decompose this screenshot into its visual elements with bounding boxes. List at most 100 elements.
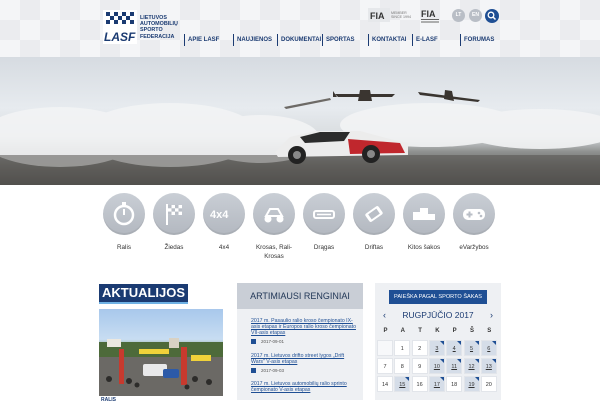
calendar-day[interactable]: 7 [377,358,393,374]
event-date-row: 2017-09-03 [251,368,285,374]
calendar-weekday: Š [469,328,474,334]
drift-car-icon [365,206,383,222]
nav-item-sportas[interactable]: SPORTAS [322,34,355,46]
category-icon-circle [353,193,395,235]
event-date-row: 2017-09-01 [251,339,285,345]
buggy-icon [264,208,284,223]
calendar-day[interactable]: 15 [394,376,411,392]
logo-wordmark: LASF [104,30,136,44]
calendar-day[interactable]: 16 [411,376,428,392]
category-dragas[interactable]: Drągas [301,193,347,252]
calendar-day[interactable]: 13 [480,358,497,374]
hero-banner[interactable] [0,57,600,185]
category-4x4[interactable]: 4x4 4x4 [201,193,247,252]
calendar-day[interactable]: 8 [394,358,411,374]
nav-item-apie-lasf[interactable]: APIE LASF [184,34,219,46]
lang-en-button[interactable]: EN [469,9,482,22]
calendar-day[interactable]: 4 [446,340,463,356]
fia-logo-text: FIA [421,9,436,19]
calendar-panel: PAIEŠKA PAGAL SPORTO ŠAKAS ‹ RUGPJŪČIO 2… [375,283,501,400]
event-link[interactable]: 2017 m. Lietuvos drifto street lygos „Dr… [251,353,359,365]
lasf-logo[interactable]: LASF [103,10,137,44]
calendar-day[interactable]: 2 [411,340,428,356]
category-icon-circle [153,193,195,235]
nav-item-kontaktai[interactable]: KONTAKTAI [368,34,406,46]
event-link[interactable]: 2017 m. Pasaulio ralio kroso čempionato … [251,318,359,337]
calendar-day[interactable]: 20 [480,376,497,392]
four-by-four-icon-text: 4x4 [210,209,229,221]
fia-logo: FIA [421,9,439,23]
calendar-weekday: A [400,328,405,334]
news-item-caption[interactable]: RALIS [101,397,116,403]
calendar-day[interactable]: 11 [446,358,463,374]
calendar-weekday: P [383,328,388,334]
calendar-day[interactable]: 1 [394,340,411,356]
calendar-day[interactable]: 19 [463,376,480,392]
category-label: Krosas, Rali-Krosas [255,244,293,260]
calendar-day[interactable]: 10 [428,358,445,374]
four-by-four-icon: 4x4 [210,209,229,221]
calendar-empty-cell [377,340,393,356]
category-label: eVaržybos [459,244,489,251]
gamepad-icon [463,209,485,220]
category-evarzybos[interactable]: eVaržybos [451,193,497,252]
rally-event-photo [99,338,223,396]
news-section-title: AKTUALIJOS [99,284,189,304]
category-label: Drągas [313,244,335,251]
category-label: Ralis [117,244,131,251]
stopwatch-icon [113,202,135,226]
calendar-day[interactable]: 17 [428,376,445,392]
org-line: FEDERACIJA [140,33,175,40]
calendar-month: RUGPJŪČIO 2017 [402,310,474,320]
category-icon-circle [253,193,295,235]
drag-car-icon [313,210,335,219]
calendar-day[interactable]: 3 [428,340,445,356]
hero-drift-scene [0,90,600,185]
fia-logo-text: FIA [370,11,385,21]
calendar-weekday: P [452,328,457,334]
calendar-day[interactable]: 18 [446,376,463,392]
event-date: 2017-09-03 [261,368,285,373]
category-label: Driftas [364,244,384,251]
category-icon-circle [453,193,495,235]
search-icon [487,11,497,21]
calendar-day[interactable]: 12 [463,358,480,374]
category-icon-circle [403,193,445,235]
events-title: ARTIMIAUSI RENGINIAI [237,283,363,309]
search-button[interactable] [485,9,499,23]
nav-item-e-lasf[interactable]: E-LASF [412,34,438,46]
category-krosas[interactable]: Krosas, Rali-Krosas [251,193,297,261]
nav-item-dokumentai[interactable]: DOKUMENTAI [277,34,321,46]
calendar-weekday: T [418,328,422,334]
fia-member-logo: FIA [368,8,390,22]
category-kitos-sakos[interactable]: Kitos šakos [401,193,447,252]
search-by-sport-button[interactable]: PAIEŠKA PAGAL SPORTO ŠAKAS [389,290,487,304]
calendar-day[interactable]: 5 [463,340,480,356]
category-ralis[interactable]: Ralis [101,193,147,252]
calendar-next-button[interactable]: › [490,309,493,321]
lang-lt-button[interactable]: LT [452,9,465,22]
header-background [0,0,600,57]
upcoming-events-panel: ARTIMIAUSI RENGINIAI 2017 m. Pasaulio ra… [237,283,363,400]
calendar-day[interactable]: 9 [411,358,428,374]
event-date: 2017-09-01 [261,339,285,344]
calendar-icon [251,368,256,374]
category-label: Žiedas [164,244,184,251]
calendar-icon [251,339,256,345]
category-icon-circle [303,193,345,235]
category-icon-circle [103,193,145,235]
category-label: Kitos šakos [407,244,441,251]
category-driftas[interactable]: Driftas [351,193,397,252]
nav-item-naujienos[interactable]: NAUJIENOS [233,34,272,46]
site-header: LASF LIETUVOS AUTOMOBILIŲ SPORTO FEDERAC… [0,0,600,57]
calendar-day[interactable]: 6 [480,340,497,356]
calendar-day[interactable]: 14 [377,376,393,392]
news-photo[interactable] [99,309,223,396]
category-label: 4x4 [218,244,230,251]
airplane [333,90,395,101]
event-link[interactable]: 2017 m. Lietuvos automobilių ralio sprin… [251,381,359,393]
airplane [284,98,331,109]
category-ziedas[interactable]: Žiedas [151,193,197,252]
federation-name: LIETUVOS AUTOMOBILIŲ SPORTO FEDERACIJA [140,15,190,40]
nav-item-forumas[interactable]: FORUMAS [460,34,494,46]
